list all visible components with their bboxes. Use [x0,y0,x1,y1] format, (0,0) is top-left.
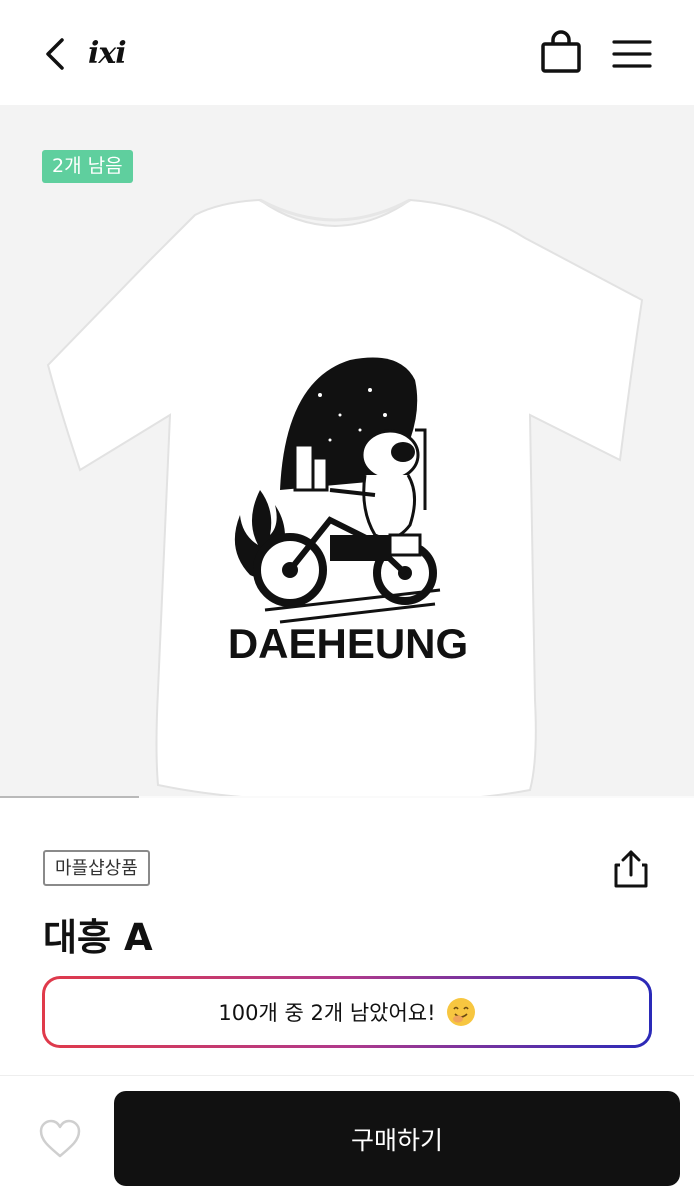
stock-badge: 2개 남음 [42,150,133,183]
product-image-carousel[interactable]: 2개 남음 DAEHEUNG [0,105,694,798]
stock-alert-text: 100개 중 2개 남았어요! [218,1001,436,1025]
shop-tag-chip: 마플샵상품 [43,850,150,886]
carousel-progress-fill [0,796,139,798]
brand-logo[interactable]: ixi [88,34,127,74]
bottom-action-bar: 구매하기 [0,1075,694,1201]
top-header: ixi [0,0,694,105]
tshirt-product-image: DAEHEUNG [46,198,644,798]
stock-alert-inner: 100개 중 2개 남았어요! [45,979,649,1045]
product-title: 대흥 A [43,916,153,959]
stock-alert-banner: 100개 중 2개 남았어요! [42,976,652,1048]
back-chevron-icon[interactable] [38,34,74,74]
heart-wishlist-icon[interactable] [38,1118,82,1160]
shopping-bag-icon[interactable] [538,30,584,76]
hamburger-menu-icon[interactable] [610,34,654,74]
smiling-face-emoji-icon [446,998,475,1026]
share-icon[interactable] [610,848,652,890]
buy-button[interactable]: 구매하기 [114,1091,680,1186]
tshirt-print-text: DAEHEUNG [228,620,468,667]
carousel-progress [0,796,694,798]
